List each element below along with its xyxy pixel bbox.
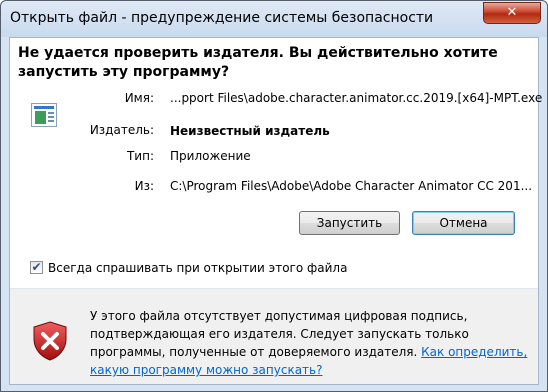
always-ask-checkbox[interactable]: ✔ [30, 261, 43, 274]
security-warning-dialog: Открыть файл - предупреждение системы бе… [0, 0, 548, 392]
header-line-1: Не удается проверить издателя. Вы действ… [18, 45, 498, 61]
publisher-value: Неизвестный издатель [170, 124, 330, 138]
window-title: Открыть файл - предупреждение системы бе… [10, 10, 434, 26]
dialog-content: Не удается проверить издателя. Вы действ… [9, 37, 543, 385]
always-ask-label[interactable]: Всегда спрашивать при открытии этого фай… [48, 261, 347, 275]
app-icon [31, 103, 57, 127]
run-button[interactable]: Запустить [299, 211, 400, 235]
security-shield-error-icon [33, 321, 67, 361]
cancel-button[interactable]: Отмена [412, 211, 515, 235]
dialog-header: Не удается проверить издателя. Вы действ… [18, 44, 528, 82]
publisher-label: Издатель: [89, 123, 154, 137]
title-bar[interactable]: Открыть файл - предупреждение системы бе… [1, 1, 547, 37]
from-value: C:\Program Files\Adobe\Adobe Character A… [170, 179, 533, 193]
header-line-2: запустить эту программу? [18, 64, 230, 80]
name-label: Имя: [124, 91, 154, 105]
type-label: Тип: [126, 149, 154, 163]
close-button[interactable]: ✕ [483, 2, 541, 24]
name-value: ...pport Files\adobe.character.animator.… [170, 91, 543, 105]
warning-text: У этого файла отсутствует допустимая циф… [90, 309, 469, 359]
type-value: Приложение [170, 149, 251, 163]
from-label: Из: [134, 179, 154, 193]
warning-text-block: У этого файла отсутствует допустимая циф… [90, 307, 530, 379]
